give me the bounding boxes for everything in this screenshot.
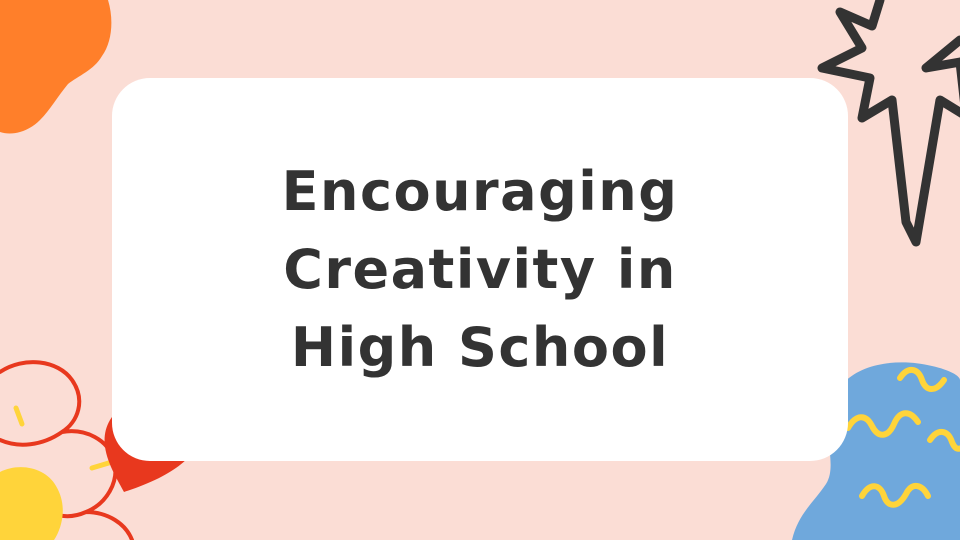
title-card: Encouraging Creativity in High School xyxy=(112,78,848,461)
yellow-blob-icon xyxy=(0,467,63,540)
yellow-dash-icon xyxy=(13,405,25,427)
slide-title: Encouraging Creativity in High School xyxy=(281,159,679,379)
yellow-dash-icon xyxy=(89,459,115,471)
orange-blob-icon xyxy=(0,0,112,134)
